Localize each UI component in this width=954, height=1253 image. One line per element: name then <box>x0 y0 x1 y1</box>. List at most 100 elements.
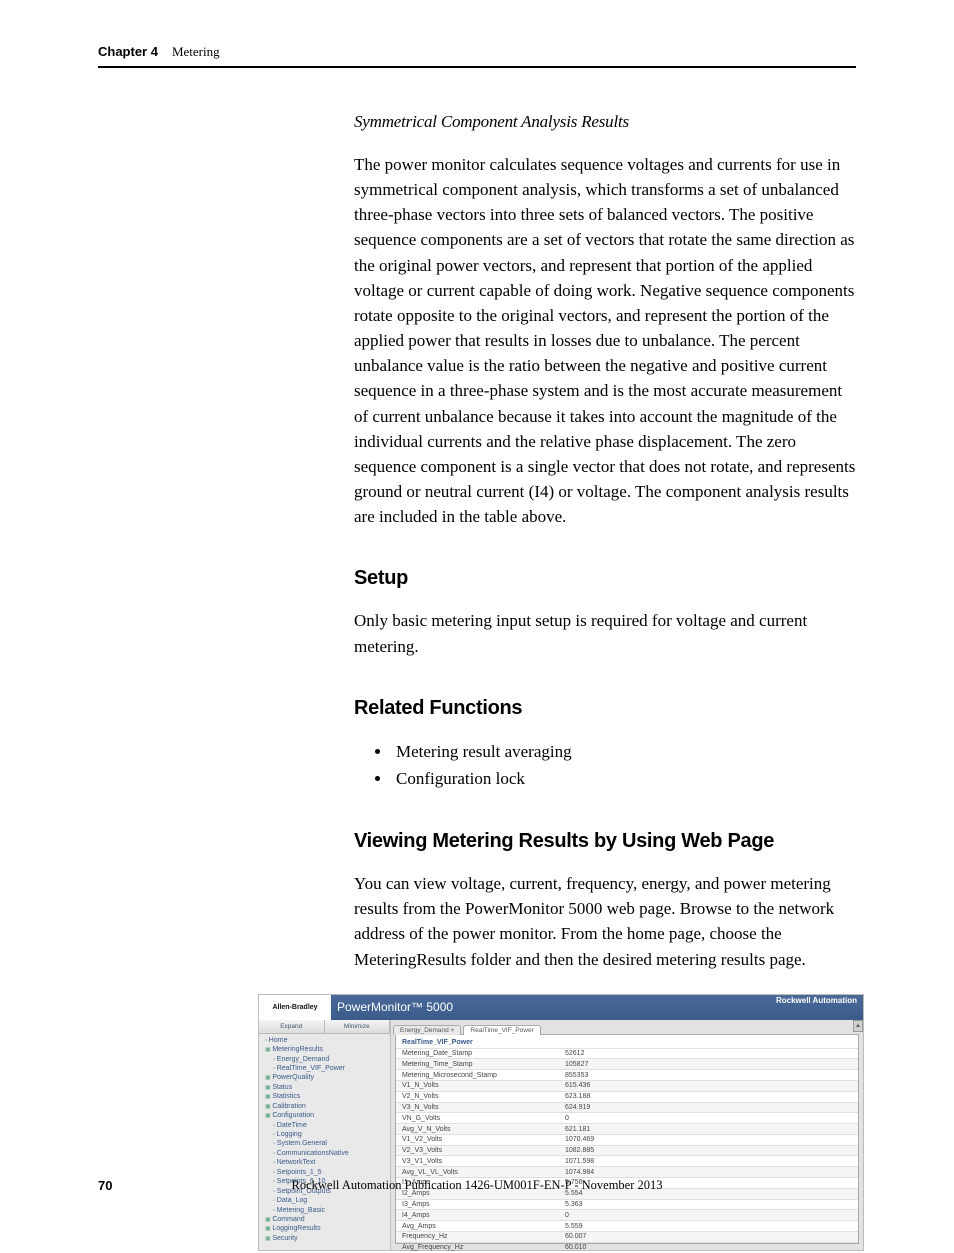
section-heading-viewing: Viewing Metering Results by Using Web Pa… <box>354 830 856 853</box>
main-panel: Energy_Demand ×RealTime_VIF_Power RealTi… <box>391 1020 863 1250</box>
param-name: V3_V1_Volts <box>396 1156 561 1166</box>
param-name: I4_Amps <box>396 1210 561 1220</box>
param-name: Avg_Amps <box>396 1221 561 1231</box>
tree-item[interactable]: PowerQuality <box>261 1073 388 1082</box>
tree-item[interactable]: Logging <box>261 1130 388 1139</box>
brand-right: Rockwell Automation <box>776 997 857 1005</box>
param-name: Avg_Frequency_Hz <box>396 1243 561 1253</box>
param-name: VN_G_Volts <box>396 1113 561 1123</box>
page-header: Chapter 4 Metering <box>98 44 856 68</box>
param-value: 615.436 <box>561 1081 858 1091</box>
param-name: V1_N_Volts <box>396 1081 561 1091</box>
page-footer: 70 Rockwell Automation Publication 1426-… <box>98 1178 856 1193</box>
param-name: V2_V3_Volts <box>396 1146 561 1156</box>
embedded-screenshot: Allen-Bradley PowerMonitor™ 5000 Rockwel… <box>258 994 864 1251</box>
tree-item[interactable]: Configuration <box>261 1111 388 1120</box>
tree-item[interactable]: Data_Log <box>261 1196 388 1205</box>
param-name: Avg_V_N_Volts <box>396 1124 561 1134</box>
param-value: 5.559 <box>561 1221 858 1231</box>
param-value: 0 <box>561 1210 858 1220</box>
body-paragraph: Only basic metering input setup is requi… <box>354 608 856 658</box>
table-row: V2_N_Volts623.188 <box>396 1091 858 1102</box>
param-value: 60.007 <box>561 1232 858 1242</box>
tree-item[interactable]: NetworkText <box>261 1158 388 1167</box>
table-row: Metering_Date_Stamp52612 <box>396 1048 858 1059</box>
list-item: Configuration lock <box>392 765 856 792</box>
table-row: I3_Amps5.363 <box>396 1199 858 1210</box>
tree-item[interactable]: Setpoints_1_5 <box>261 1168 388 1177</box>
sidebar: Expand Minimize HomeMeteringResultsEnerg… <box>259 1020 391 1250</box>
param-value: 5.363 <box>561 1200 858 1210</box>
table-row: V3_V1_Volts1071.598 <box>396 1155 858 1166</box>
tree-item[interactable]: Status <box>261 1083 388 1092</box>
tree-item[interactable]: CommunicationsNative <box>261 1149 388 1158</box>
section-heading-setup: Setup <box>354 567 856 590</box>
tree-item[interactable]: RealTime_VIF_Power <box>261 1064 388 1073</box>
param-name: Metering_Date_Stamp <box>396 1049 561 1059</box>
param-value: 1071.598 <box>561 1156 858 1166</box>
app-header: Allen-Bradley PowerMonitor™ 5000 Rockwel… <box>259 995 863 1020</box>
param-value: 105827 <box>561 1059 858 1069</box>
param-name: Metering_Microsecond_Stamp <box>396 1070 561 1080</box>
sidebar-minimize-button[interactable]: Minimize <box>325 1020 391 1033</box>
tab[interactable]: RealTime_VIF_Power <box>463 1025 540 1035</box>
param-value: 0 <box>561 1113 858 1123</box>
tree-item[interactable]: System.General <box>261 1139 388 1148</box>
brand-logo: Allen-Bradley <box>259 995 331 1020</box>
table-row: Avg_Frequency_Hz60.010 <box>396 1242 858 1253</box>
param-name: Avg_VL_VL_Volts <box>396 1167 561 1177</box>
tree-item[interactable]: Energy_Demand <box>261 1055 388 1064</box>
data-panel: RealTime_VIF_Power Metering_Date_Stamp52… <box>395 1034 859 1244</box>
page-number: 70 <box>98 1178 112 1193</box>
table-row: VN_G_Volts0 <box>396 1112 858 1123</box>
table-row: Metering_Microsecond_Stamp855353 <box>396 1069 858 1080</box>
section-label: Metering <box>172 44 220 60</box>
table-row: V3_N_Volts624.919 <box>396 1102 858 1113</box>
nav-tree: HomeMeteringResultsEnergy_DemandRealTime… <box>259 1034 390 1246</box>
tree-item[interactable]: MeteringResults <box>261 1045 388 1054</box>
param-value: 1082.885 <box>561 1146 858 1156</box>
table-row: Avg_VL_VL_Volts1074.984 <box>396 1166 858 1177</box>
app-title: PowerMonitor™ 5000 <box>337 1000 453 1014</box>
list-item: Metering result averaging <box>392 738 856 765</box>
param-value: 855353 <box>561 1070 858 1080</box>
tree-item[interactable]: LoggingResults <box>261 1224 388 1233</box>
scroll-up-icon[interactable]: ▲ <box>853 1020 863 1032</box>
chapter-label: Chapter 4 <box>98 44 158 59</box>
panel-title: RealTime_VIF_Power <box>396 1035 858 1048</box>
related-functions-list: Metering result averaging Configuration … <box>392 738 856 792</box>
param-name: Frequency_Hz <box>396 1232 561 1242</box>
tab-strip: Energy_Demand ×RealTime_VIF_Power <box>391 1020 863 1034</box>
tree-item[interactable]: Metering_Basic <box>261 1206 388 1215</box>
table-row: Metering_Time_Stamp105827 <box>396 1058 858 1069</box>
param-value: 1074.984 <box>561 1167 858 1177</box>
table-row: I4_Amps0 <box>396 1209 858 1220</box>
param-value: 623.188 <box>561 1092 858 1102</box>
table-row: Frequency_Hz60.007 <box>396 1231 858 1242</box>
subsection-title: Symmetrical Component Analysis Results <box>354 112 856 132</box>
param-value: 621.181 <box>561 1124 858 1134</box>
section-heading-related: Related Functions <box>354 697 856 720</box>
param-value: 624.919 <box>561 1103 858 1113</box>
body-paragraph: You can view voltage, current, frequency… <box>354 871 856 972</box>
tree-item[interactable]: DateTime <box>261 1121 388 1130</box>
tree-item[interactable]: Command <box>261 1215 388 1224</box>
table-row: V1_N_Volts615.436 <box>396 1080 858 1091</box>
table-row: V2_V3_Volts1082.885 <box>396 1145 858 1156</box>
table-row: Avg_V_N_Volts621.181 <box>396 1123 858 1134</box>
param-name: V1_V2_Volts <box>396 1135 561 1145</box>
body-paragraph: The power monitor calculates sequence vo… <box>354 152 856 529</box>
sidebar-expand-button[interactable]: Expand <box>259 1020 325 1033</box>
table-row: V1_V2_Volts1070.469 <box>396 1134 858 1145</box>
tab[interactable]: Energy_Demand × <box>393 1025 461 1035</box>
param-name: Metering_Time_Stamp <box>396 1059 561 1069</box>
tree-item[interactable]: Security <box>261 1234 388 1243</box>
param-value: 1070.469 <box>561 1135 858 1145</box>
param-name: I3_Amps <box>396 1200 561 1210</box>
tree-item[interactable]: Calibration <box>261 1102 388 1111</box>
param-value: 52612 <box>561 1049 858 1059</box>
tree-item[interactable]: Statistics <box>261 1092 388 1101</box>
param-name: V3_N_Volts <box>396 1103 561 1113</box>
tree-item[interactable]: Home <box>261 1036 388 1045</box>
table-row: Avg_Amps5.559 <box>396 1220 858 1231</box>
